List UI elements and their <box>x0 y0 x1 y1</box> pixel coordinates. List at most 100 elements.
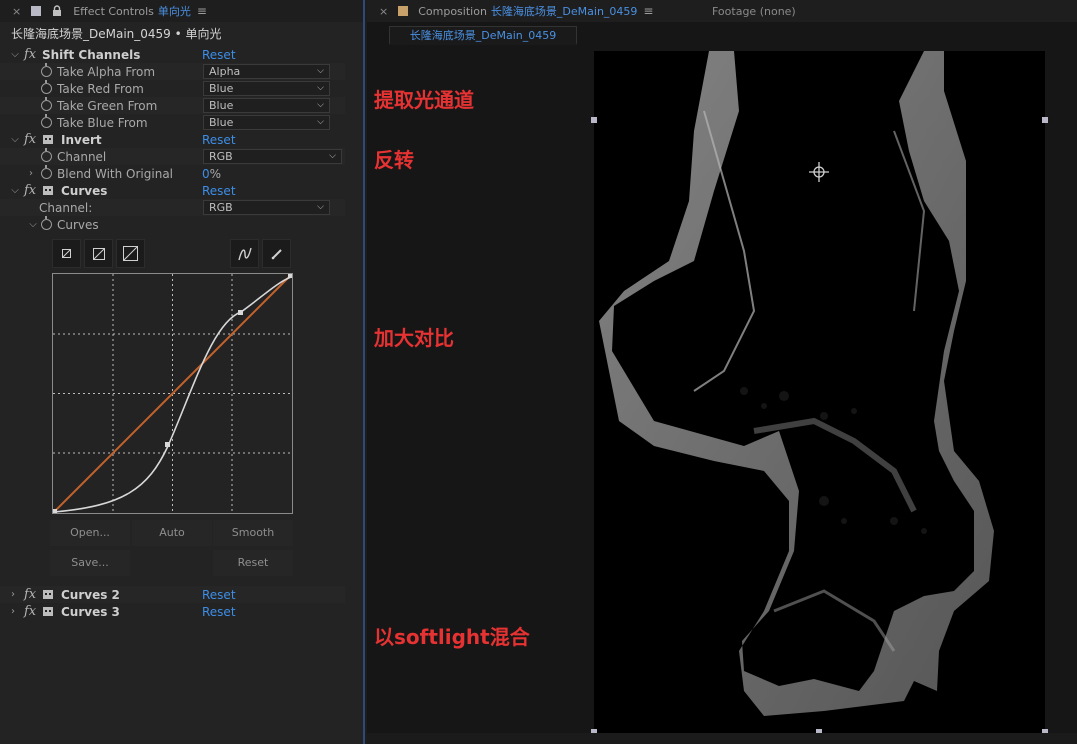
stopwatch-icon[interactable] <box>41 63 52 77</box>
composition-viewer[interactable] <box>594 51 1045 733</box>
render-preview <box>599 51 994 716</box>
fx-icon[interactable]: fx <box>24 604 36 619</box>
param-label: Blend With Original <box>57 166 174 181</box>
effect-curves-2: › fx Curves 2 Reset <box>0 586 345 603</box>
effect-lock-icon[interactable] <box>42 606 54 617</box>
stopwatch-icon[interactable] <box>41 97 52 111</box>
effect-controls-tabbar: × Effect Controls 单向光 ≡ <box>0 0 363 22</box>
composition-panel: × Composition 长隆海底场景_DeMain_0459 ≡ Foota… <box>367 0 1077 744</box>
reset-curves[interactable]: Reset <box>202 184 236 198</box>
curve-size-large-button[interactable] <box>116 239 145 268</box>
chevron-down-icon[interactable]: ⌵ <box>10 134 20 145</box>
footage-tab[interactable]: Footage (none) <box>712 5 796 18</box>
annotation-softlight: 以softlight混合 <box>374 625 530 649</box>
bounding-handle[interactable] <box>591 117 597 123</box>
param-row: Take Green From Blue ⌵ <box>0 97 345 114</box>
curve-size-medium-button[interactable] <box>84 239 113 268</box>
param-label: Take Green From <box>57 98 158 113</box>
fx-icon[interactable]: fx <box>24 132 36 147</box>
chevron-down-icon: ⌵ <box>317 100 324 110</box>
reset-curves-2[interactable]: Reset <box>202 588 236 602</box>
effect-name-curves-2: Curves 2 <box>61 587 120 602</box>
effect-name-curves-3: Curves 3 <box>61 604 120 619</box>
effect-controls-layer-name: 单向光 <box>157 5 191 18</box>
fx-icon[interactable]: fx <box>24 47 36 62</box>
effect-curves: ⌵ fx Curves Reset <box>0 182 345 199</box>
close-composition-button[interactable]: × <box>379 5 388 18</box>
param-dropdown[interactable]: Blue ⌵ <box>203 115 330 130</box>
stopwatch-icon[interactable] <box>41 216 52 230</box>
param-row: Take Alpha From Alpha ⌵ <box>0 63 345 80</box>
reset-invert[interactable]: Reset <box>202 133 236 147</box>
curves-auto-button[interactable]: Auto <box>132 526 212 539</box>
curves-channel-dropdown[interactable]: RGB ⌵ <box>203 200 330 215</box>
effect-shift-channels: ⌵ fx Shift Channels Reset <box>0 46 345 63</box>
panel-menu-icon[interactable]: ≡ <box>643 4 653 18</box>
panel-color-icon <box>31 6 42 16</box>
effect-name-shift-channels: Shift Channels <box>42 47 141 62</box>
chevron-down-icon[interactable]: ⌵ <box>28 219 38 230</box>
chevron-down-icon[interactable]: ⌵ <box>10 49 20 60</box>
layer-path: 长隆海底场景_DeMain_0459 • 单向光 <box>11 27 222 41</box>
composition-subtab[interactable]: 长隆海底场景_DeMain_0459 <box>389 26 577 45</box>
param-label: Take Alpha From <box>57 64 156 79</box>
chevron-down-icon: ⌵ <box>317 117 324 127</box>
chevron-down-icon: ⌵ <box>317 66 324 76</box>
bounding-handle[interactable] <box>1042 117 1048 123</box>
curves-graph[interactable] <box>52 273 293 514</box>
chevron-right-icon[interactable]: › <box>26 168 36 179</box>
close-panel-button[interactable]: × <box>12 5 21 18</box>
param-dropdown[interactable]: Blue ⌵ <box>203 81 330 96</box>
param-label: Take Red From <box>57 81 144 96</box>
chevron-down-icon[interactable]: ⌵ <box>10 185 20 196</box>
effect-controls-tab[interactable]: Effect Controls <box>73 5 154 18</box>
stopwatch-icon[interactable] <box>41 114 52 128</box>
curves-save-button[interactable]: Save... <box>50 556 130 569</box>
effect-name-invert: Invert <box>61 132 102 147</box>
annotation-extract-light: 提取光通道 <box>374 88 474 112</box>
stopwatch-icon[interactable] <box>41 148 52 162</box>
param-row: Channel: RGB ⌵ <box>0 199 345 216</box>
chevron-down-icon: ⌵ <box>329 151 336 161</box>
fx-icon[interactable]: fx <box>24 587 36 602</box>
composition-tab-name[interactable]: 长隆海底场景_DeMain_0459 <box>491 3 638 19</box>
stopwatch-icon[interactable] <box>41 80 52 94</box>
param-dropdown[interactable]: Blue ⌵ <box>203 98 330 113</box>
channel-dropdown[interactable]: RGB ⌵ <box>203 149 342 164</box>
reset-curves-3[interactable]: Reset <box>202 605 236 619</box>
blend-value[interactable]: 0% <box>202 167 221 181</box>
curves-reset-button[interactable]: Reset <box>213 556 293 569</box>
curves-open-button[interactable]: Open... <box>50 526 130 539</box>
composition-tab[interactable]: Composition <box>418 5 487 18</box>
annotation-contrast: 加大对比 <box>374 326 454 350</box>
viewer-toolbar <box>367 733 1077 744</box>
effect-controls-panel: × Effect Controls 单向光 ≡ 长隆海底场景_DeMain_04… <box>0 0 365 744</box>
reset-shift-channels[interactable]: Reset <box>202 48 236 62</box>
param-dropdown[interactable]: Alpha ⌵ <box>203 64 330 79</box>
composition-color-icon <box>398 6 409 16</box>
curve-size-small-button[interactable] <box>52 239 81 268</box>
pencil-tool-button[interactable] <box>262 239 291 268</box>
param-row: › Blend With Original 0% <box>0 165 345 182</box>
lock-icon[interactable] <box>51 5 63 17</box>
param-row: Channel RGB ⌵ <box>0 148 345 165</box>
effect-lock-icon[interactable] <box>42 185 54 196</box>
curves-smooth-button[interactable]: Smooth <box>213 526 293 539</box>
param-label: Take Blue From <box>57 115 148 130</box>
effect-invert: ⌵ fx Invert Reset <box>0 131 345 148</box>
chevron-right-icon[interactable]: › <box>8 606 18 617</box>
bezier-curve-tool-button[interactable] <box>230 239 259 268</box>
chevron-down-icon: ⌵ <box>317 83 324 93</box>
fx-icon[interactable]: fx <box>24 183 36 198</box>
param-row: ⌵ Curves <box>0 216 345 233</box>
chevron-right-icon[interactable]: › <box>8 589 18 600</box>
param-label: Channel <box>57 149 107 164</box>
effect-curves-3: › fx Curves 3 Reset <box>0 603 345 620</box>
chevron-down-icon: ⌵ <box>317 202 324 212</box>
panel-menu-icon[interactable]: ≡ <box>197 4 207 18</box>
stopwatch-icon[interactable] <box>41 165 52 179</box>
effect-lock-icon[interactable] <box>42 589 54 600</box>
param-label: Curves <box>57 217 99 232</box>
effect-lock-icon[interactable] <box>42 134 54 145</box>
annotation-invert: 反转 <box>374 148 414 172</box>
